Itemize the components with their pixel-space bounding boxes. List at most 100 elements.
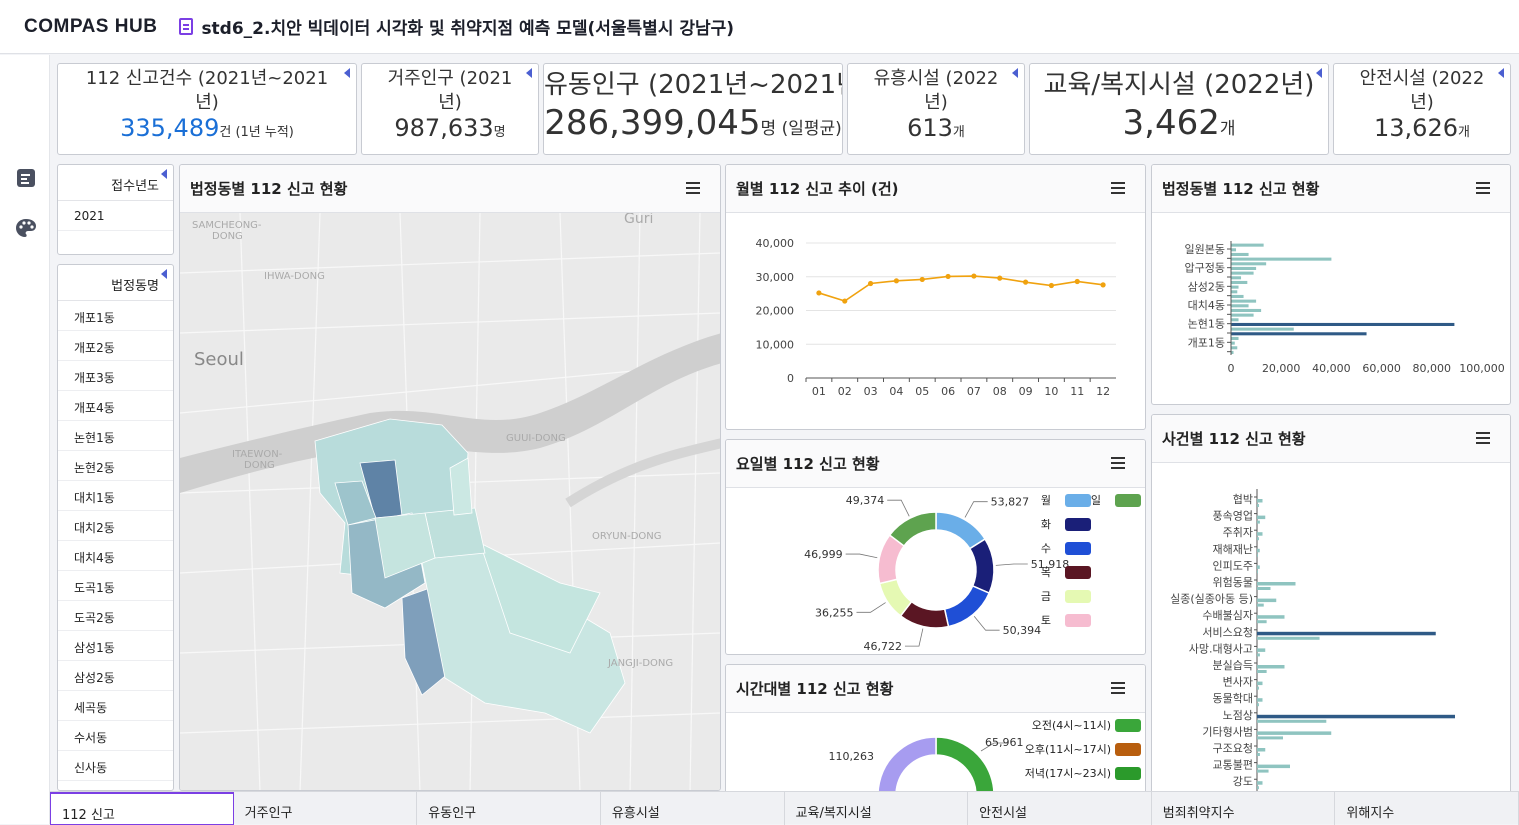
bar — [1257, 620, 1267, 624]
year-slicer[interactable]: 접수년도 2021 — [57, 164, 174, 255]
page-tab[interactable]: 유동인구 — [417, 792, 601, 825]
slicer-item[interactable]: 도곡1동 — [58, 571, 173, 601]
dong-list: 개포1동 개포2동 개포3동 개포4동 논현1동 논현2동 대치1동 대치2동 대치4동 도곡1동… — [58, 301, 173, 790]
y-tick-label: 압구정동 — [1185, 262, 1225, 275]
expand-icon[interactable] — [161, 169, 167, 179]
slicer-item[interactable]: 대치4동 — [58, 541, 173, 571]
slicer-item[interactable]: 압구정동 — [58, 781, 173, 790]
expand-icon[interactable] — [526, 68, 532, 78]
slicer-item[interactable]: 삼성1동 — [58, 631, 173, 661]
bar — [1257, 504, 1259, 507]
bar — [1231, 341, 1235, 345]
report-icon[interactable] — [15, 167, 37, 189]
slicer-item[interactable]: 개포3동 — [58, 361, 173, 391]
menu-icon[interactable] — [1111, 682, 1125, 694]
y-tick-label: 위험동물 — [1213, 576, 1253, 589]
bar — [1231, 299, 1257, 303]
slicer-item[interactable]: 수서동 — [58, 721, 173, 751]
x-tick-label: 11 — [1070, 385, 1084, 398]
bar — [1231, 290, 1238, 294]
kpi-floating-population[interactable]: 유동인구 (2021년~2021년) 286,399,045명 (일평균) — [543, 63, 843, 155]
slicer-item[interactable]: 2021 — [58, 201, 173, 231]
slicer-item[interactable]: 세곡동 — [58, 691, 173, 721]
bar — [1231, 327, 1294, 331]
page-tab[interactable]: 유흥시설 — [601, 792, 785, 825]
legend-label: 오전(4시~11시) — [1032, 719, 1111, 732]
y-tick-label: 분실습득 — [1213, 659, 1253, 672]
bar — [1257, 653, 1260, 657]
y-tick-label: 20,000 — [756, 305, 795, 318]
kpi-entertainment[interactable]: 유흥시설 (2022년) 613개 — [847, 63, 1025, 155]
hourly-donut[interactable]: 65,961 110,263 오전(4시~11시) 오후(11시~17시) 저녁(17시… — [726, 713, 1145, 793]
kpi-education-welfare[interactable]: 교육/복지시설 (2022년) 3,462개 — [1029, 63, 1329, 155]
y-tick-label: 풍속영업 — [1213, 510, 1253, 523]
data-label: 53,827 — [991, 496, 1030, 509]
expand-icon[interactable] — [1012, 68, 1018, 78]
incident-bar-panel: 사건별 112 신고 현황 협박 풍속영업 주취자 재해재난 인피도주 위험동물 실종(실종… — [1151, 414, 1511, 794]
panel-title: 법정동별 112 신고 현황 — [190, 180, 348, 198]
slicer-item[interactable]: 논현1동 — [58, 421, 173, 451]
slicer-item[interactable]: 논현2동 — [58, 451, 173, 481]
slicer-item[interactable]: 개포1동 — [58, 301, 173, 331]
palette-icon[interactable] — [15, 217, 37, 239]
bar — [1257, 786, 1259, 790]
x-tick-label: 12 — [1096, 385, 1110, 398]
expand-icon[interactable] — [1316, 68, 1322, 78]
menu-icon[interactable] — [1476, 432, 1490, 444]
slicer-item[interactable]: 삼성2동 — [58, 661, 173, 691]
kpi-value: 987,633 — [394, 113, 494, 142]
page-tab[interactable]: 범죄취약지수 — [1152, 792, 1336, 825]
svg-text:ORYUN-DONG: ORYUN-DONG — [592, 531, 662, 542]
bar — [1231, 294, 1244, 298]
svg-text:DONG: DONG — [244, 460, 275, 471]
bar — [1257, 753, 1260, 756]
app-logo[interactable]: COMPAS HUB — [24, 16, 157, 38]
page-tab[interactable]: 거주인구 — [234, 792, 418, 825]
slicer-item[interactable]: 대치1동 — [58, 481, 173, 511]
bar — [1257, 615, 1285, 619]
dong-slicer[interactable]: 법정동명 개포1동 개포2동 개포3동 개포4동 논현1동 논현2동 대치1동 대치2동 대치4… — [57, 264, 174, 791]
page-tab[interactable]: 교육/복지시설 — [785, 792, 969, 825]
page-tab[interactable]: 112 신고 — [50, 792, 234, 825]
slicer-item[interactable]: 개포4동 — [58, 391, 173, 421]
line-chart[interactable]: 40,000 30,000 20,000 10,000 0 01 02 03 04 05 06 07 0… — [726, 213, 1145, 429]
kpi-112-reports[interactable]: 112 신고건수 (2021년~2021년) 335,489건 (1년 누적) — [57, 63, 357, 155]
legend-label: 월 — [1041, 494, 1051, 507]
kpi-unit: 명 — [493, 124, 506, 140]
kpi-label: 거주인구 (2021년) — [387, 68, 513, 114]
legend-label: 금 — [1041, 590, 1051, 603]
kpi-label: 유흥시설 (2022년) — [873, 68, 999, 114]
bar — [1257, 731, 1332, 735]
kpi-value: 286,399,045 — [544, 103, 761, 144]
menu-icon[interactable] — [686, 182, 700, 194]
kpi-resident-population[interactable]: 거주인구 (2021년) 987,633명 — [361, 63, 539, 155]
page-title: std6_2.치안 빅데이터 시각화 및 취약지점 예측 모델(서울특별시 강남… — [201, 19, 735, 39]
x-tick-label: 05 — [915, 385, 929, 398]
slicer-item[interactable]: 개포2동 — [58, 331, 173, 361]
panel-title: 시간대별 112 신고 현황 — [736, 680, 894, 698]
bar — [1257, 703, 1259, 707]
weekday-donut[interactable]: 53,82751,91850,39446,72236,25546,99949,3… — [726, 488, 1145, 654]
incident-bar-chart[interactable]: 협박풍속영업주취자재해재난인피도주위험동물실종(실종아동 등) 수배불심자서비스요… — [1152, 463, 1510, 793]
menu-icon[interactable] — [1476, 182, 1490, 194]
panel-title: 월별 112 신고 추이 (건) — [736, 180, 899, 198]
map[interactable]: SAMCHEONG-DONG IHWA-DONG Seoul GUUI-DONG… — [180, 213, 721, 791]
expand-icon[interactable] — [1498, 68, 1504, 78]
svg-text:IHWA-DONG: IHWA-DONG — [264, 271, 325, 282]
page-tab[interactable]: 위해지수 — [1335, 792, 1519, 825]
dong-bar-chart[interactable]: 일원본동압구정동삼성2동대치4동논현1동개포1동0 20,000 40,000 60,… — [1152, 213, 1510, 404]
kpi-safety[interactable]: 안전시설 (2022년) 13,626개 — [1333, 63, 1511, 155]
expand-icon[interactable] — [161, 269, 167, 279]
page-tab[interactable]: 안전시설 — [968, 792, 1152, 825]
data-point — [842, 298, 848, 304]
menu-icon[interactable] — [1111, 182, 1125, 194]
slicer-item[interactable]: 도곡2동 — [58, 601, 173, 631]
data-label: 49,374 — [846, 494, 885, 507]
expand-icon[interactable] — [344, 68, 350, 78]
slicer-item[interactable]: 신사동 — [58, 751, 173, 781]
menu-icon[interactable] — [1111, 457, 1125, 469]
monthly-chart-panel: 월별 112 신고 추이 (건) 40,000 30,000 20,000 10,00… — [725, 164, 1146, 430]
slicer-item[interactable]: 대치2동 — [58, 511, 173, 541]
y-tick-label: 30,000 — [756, 271, 795, 284]
bar — [1257, 670, 1267, 673]
